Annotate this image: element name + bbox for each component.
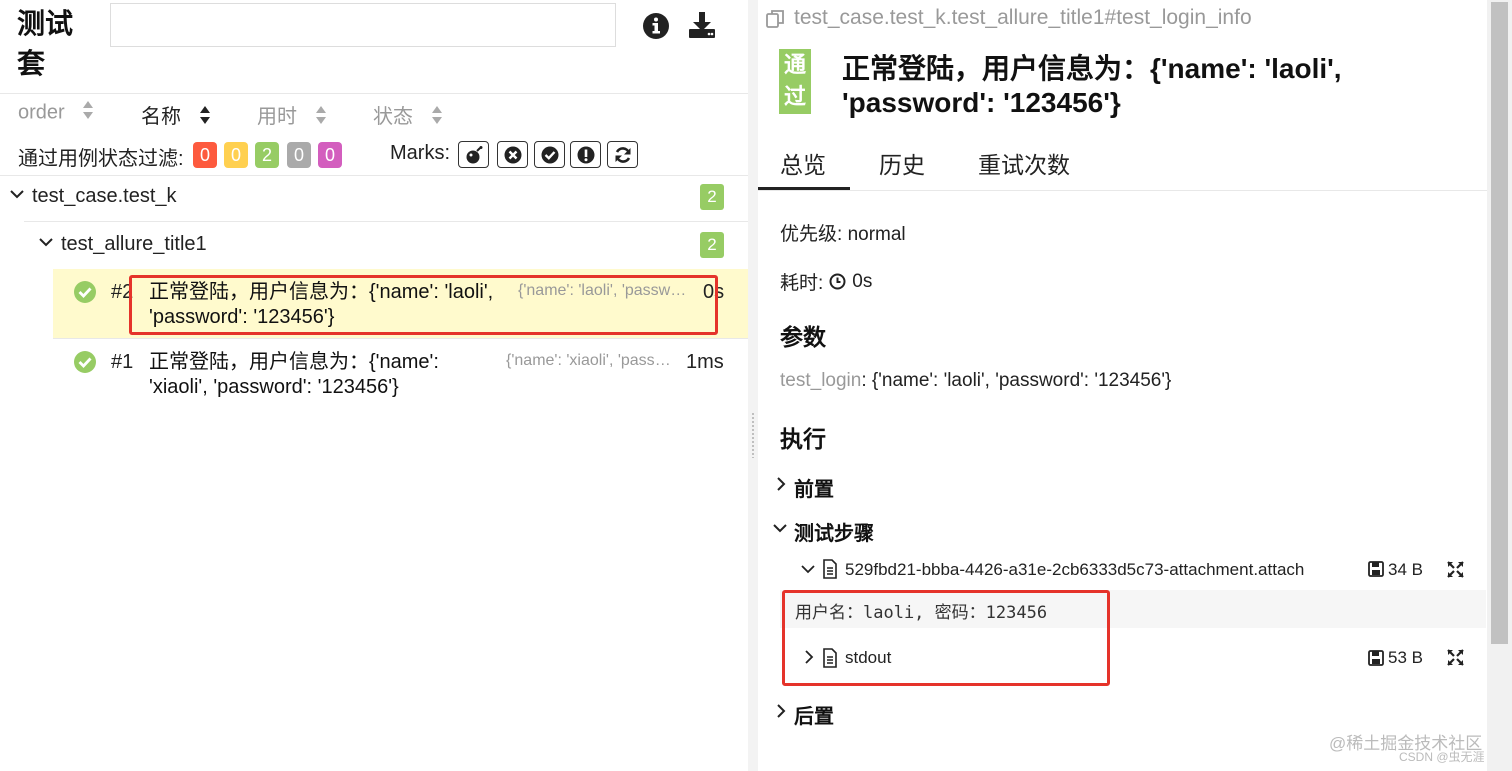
test-path: test_case.test_k.test_allure_title1#test…	[794, 6, 1252, 29]
sort-icon	[82, 100, 94, 126]
class-node-name[interactable]: test_allure_title1	[61, 233, 207, 256]
copy-icon[interactable]	[765, 8, 787, 35]
column-order-label: order	[18, 101, 65, 124]
highlight-annotation	[782, 590, 1110, 686]
filter-failed-badge[interactable]: 0	[193, 142, 217, 168]
passed-check-icon	[73, 350, 97, 374]
param-name: test_login	[780, 370, 862, 391]
test-title: 正常登陆，用户信息为：{'name': 'laoli', 'password':…	[842, 52, 1432, 120]
chevron-right-icon	[777, 704, 786, 718]
column-name-label: 名称	[141, 106, 181, 128]
drag-handle-icon[interactable]	[751, 412, 755, 458]
sort-icon	[199, 105, 211, 131]
suite-node-toggle[interactable]	[9, 184, 25, 209]
refresh-icon[interactable]	[607, 141, 638, 168]
test-case-duration: 1ms	[686, 351, 724, 373]
test-title-line: 'password': '123456'}	[842, 87, 1121, 118]
param-row: test_login: {'name': 'laoli', 'password'…	[780, 370, 1171, 392]
param-value: : {'name': 'laoli', 'password': '123456'…	[861, 370, 1172, 391]
test-case-number: #1	[111, 351, 134, 373]
pane-splitter[interactable]	[748, 0, 758, 771]
column-status[interactable]: 状态	[373, 100, 443, 131]
sort-icon	[431, 105, 443, 131]
clock-icon	[829, 273, 846, 290]
duration-label: 耗时:	[780, 273, 824, 294]
teardown-label[interactable]: 后置	[794, 700, 834, 729]
times-circle-icon[interactable]	[497, 141, 528, 168]
search-input[interactable]	[110, 3, 616, 47]
chevron-right-icon	[777, 477, 786, 491]
severity-row: 优先级: normal	[780, 219, 906, 246]
watermark-secondary: CSDN @虫无涯	[1399, 750, 1485, 764]
divider	[24, 221, 748, 222]
info-icon[interactable]	[641, 11, 671, 41]
passed-check-icon	[73, 280, 97, 304]
column-duration-label: 用时	[257, 106, 297, 128]
save-icon	[1368, 650, 1384, 671]
divider	[0, 175, 748, 176]
stdout-size: 53 B	[1388, 648, 1423, 667]
download-icon[interactable]	[687, 10, 717, 40]
steps-toggle[interactable]	[771, 518, 789, 543]
attachment-name[interactable]: 529fbd21-bbba-4426-a31e-2cb6333d5c73-att…	[845, 560, 1304, 580]
test-case-title-cont[interactable]: 'xiaoli', 'password': '123456'}	[149, 375, 399, 399]
duration-row: 耗时: 0s	[780, 268, 872, 295]
suite-count-badge: 2	[700, 184, 724, 210]
filter-broken-badge[interactable]: 0	[224, 142, 248, 168]
chevron-down-icon	[10, 190, 24, 199]
severity-label: 优先级:	[780, 224, 843, 245]
tab-retries[interactable]: 重试次数	[978, 146, 1070, 180]
test-title-line: 正常登陆，用户信息为：{'name': 'laoli',	[842, 53, 1342, 84]
setup-label[interactable]: 前置	[794, 473, 834, 502]
bomb-icon[interactable]	[458, 141, 489, 168]
chevron-down-icon	[773, 524, 787, 533]
status-badge: 通过	[779, 49, 811, 114]
teardown-toggle[interactable]	[773, 701, 789, 726]
filter-unknown-badge[interactable]: 0	[318, 142, 342, 168]
divider	[758, 190, 1487, 191]
column-status-label: 状态	[373, 106, 413, 128]
check-circle-icon[interactable]	[534, 141, 565, 168]
exclamation-circle-icon[interactable]	[570, 141, 601, 168]
test-case-title[interactable]: 正常登陆，用户信息为：{'name':	[149, 350, 439, 374]
tab-history[interactable]: 历史	[879, 146, 925, 180]
divider	[0, 93, 748, 94]
marks-label: Marks:	[390, 142, 450, 164]
test-case-params: {'name': 'xiaoli', 'password': '123456'}	[506, 352, 678, 369]
filter-skipped-badge[interactable]: 0	[287, 142, 311, 168]
expand-icon[interactable]	[1447, 649, 1464, 671]
duration-value: 0s	[852, 270, 873, 292]
highlight-annotation	[129, 275, 718, 335]
steps-label[interactable]: 测试步骤	[794, 517, 874, 546]
column-order[interactable]: order	[18, 100, 94, 126]
test-detail-pane: test_case.test_k.test_allure_title1#test…	[758, 0, 1512, 771]
chevron-down-icon	[801, 565, 815, 574]
file-icon	[822, 559, 838, 584]
scrollbar-thumb[interactable]	[1491, 2, 1508, 644]
params-section-title: 参数	[780, 324, 826, 350]
save-icon	[1368, 561, 1384, 582]
attachment-size: 34 B	[1388, 560, 1423, 579]
execution-section-title: 执行	[780, 426, 826, 452]
scrollbar[interactable]	[1487, 0, 1512, 771]
test-suite-pane: 测试套 order 名称 用时 状态 通过用例状态过滤: 0 0 2 0 0 M…	[0, 0, 748, 771]
suite-node-name[interactable]: test_case.test_k	[32, 185, 177, 208]
sort-icon	[315, 105, 327, 131]
class-count-badge: 2	[700, 232, 724, 258]
expand-icon[interactable]	[1447, 561, 1464, 583]
column-duration[interactable]: 用时	[257, 100, 327, 131]
column-name[interactable]: 名称	[141, 100, 211, 131]
status-filter-label: 通过用例状态过滤:	[18, 148, 184, 170]
setup-toggle[interactable]	[773, 474, 789, 499]
chevron-down-icon	[39, 238, 53, 247]
severity-value: normal	[847, 224, 906, 245]
attachment-toggle[interactable]	[800, 560, 816, 583]
tab-overview[interactable]: 总览	[780, 146, 826, 180]
class-node-toggle[interactable]	[38, 232, 54, 257]
suite-title: 测试套	[17, 8, 74, 79]
filter-passed-badge[interactable]: 2	[255, 142, 279, 168]
divider	[53, 338, 748, 339]
